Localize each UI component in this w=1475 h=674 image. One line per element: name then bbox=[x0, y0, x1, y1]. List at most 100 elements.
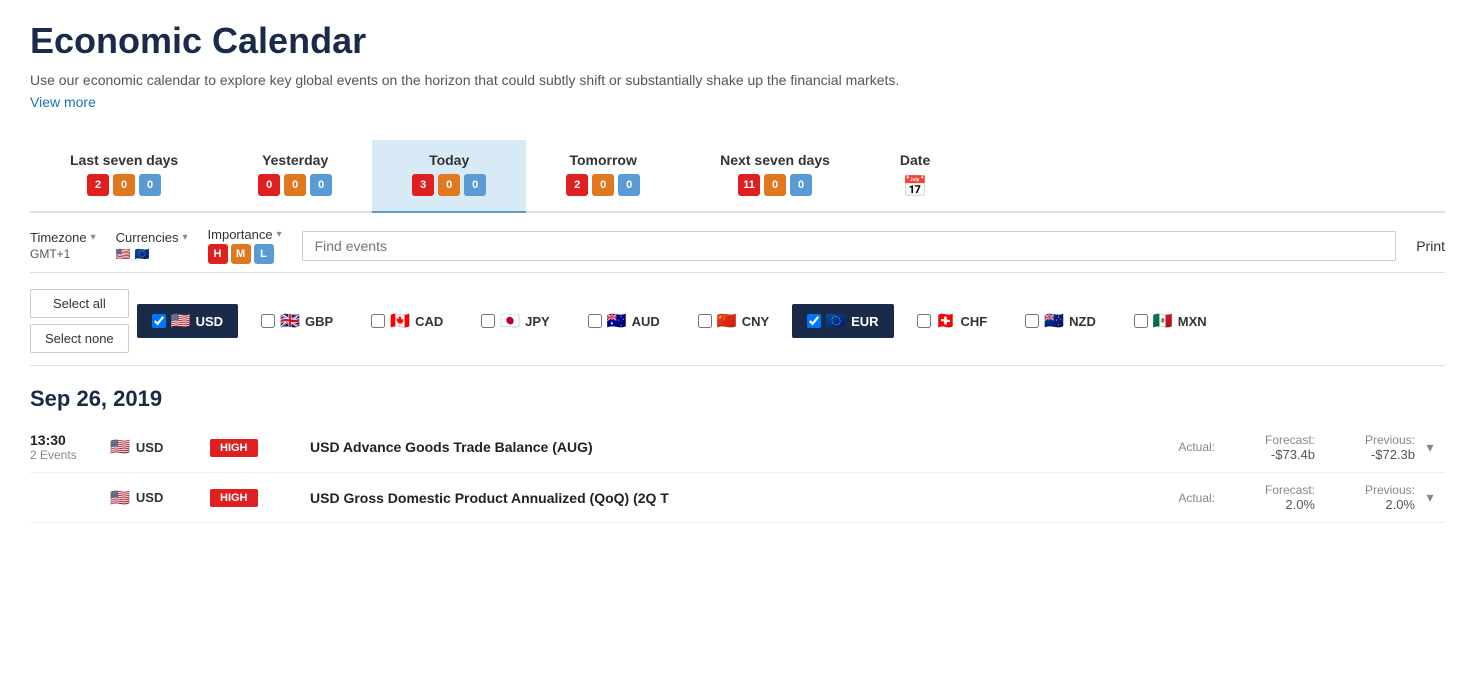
currency-mxn-label: MXN bbox=[1178, 314, 1207, 329]
badge-tomorrow-red: 2 bbox=[566, 174, 588, 196]
currency-usd[interactable]: 🇺🇸 USD bbox=[137, 304, 238, 338]
currency-chf-label: CHF bbox=[961, 314, 988, 329]
us-flag-icon: 🇺🇸 bbox=[116, 247, 131, 261]
previous-label: Previous: bbox=[1315, 433, 1415, 447]
badge-today-orange: 0 bbox=[438, 174, 460, 196]
badge-today-red: 3 bbox=[412, 174, 434, 196]
expand-button[interactable]: ▾ bbox=[1415, 439, 1445, 456]
currencies-arrow-icon: ▾ bbox=[183, 232, 188, 243]
currency-aud-label: AUD bbox=[632, 314, 660, 329]
event-forecast-col: Forecast: -$73.4b bbox=[1215, 433, 1315, 462]
forecast-value: -$73.4b bbox=[1215, 447, 1315, 462]
select-none-button[interactable]: Select none bbox=[30, 324, 129, 353]
event-importance-tag: HIGH bbox=[210, 439, 258, 457]
tab-yesterday-badges: 0 0 0 bbox=[258, 174, 332, 196]
currency-gbp-label: GBP bbox=[305, 314, 333, 329]
badge-next7-red: 11 bbox=[738, 174, 760, 196]
badge-today-blue: 0 bbox=[464, 174, 486, 196]
previous-label: Previous: bbox=[1315, 483, 1415, 497]
event-flag-icon: 🇺🇸 bbox=[110, 488, 130, 508]
forecast-value: 2.0% bbox=[1215, 497, 1315, 512]
event-actual-col: Actual: bbox=[1115, 440, 1215, 454]
timezone-arrow-icon: ▾ bbox=[91, 232, 96, 243]
importance-medium-badge: M bbox=[231, 244, 251, 264]
events-count: 2 Events bbox=[30, 448, 110, 462]
page-description: Use our economic calendar to explore key… bbox=[30, 72, 1445, 88]
tab-yesterday[interactable]: Yesterday 0 0 0 bbox=[218, 140, 372, 211]
tab-tomorrow-badges: 2 0 0 bbox=[566, 174, 640, 196]
forecast-label: Forecast: bbox=[1215, 483, 1315, 497]
usd-flag-icon: 🇺🇸 bbox=[171, 311, 191, 331]
currency-aud[interactable]: 🇦🇺 AUD bbox=[573, 304, 675, 338]
event-time: 13:30 bbox=[30, 432, 110, 448]
currencies-filter[interactable]: Currencies ▾ 🇺🇸 🇪🇺 bbox=[116, 230, 188, 261]
eur-flag-icon: 🇪🇺 bbox=[826, 311, 846, 331]
previous-value: -$72.3b bbox=[1315, 447, 1415, 462]
event-time-col: 13:30 2 Events bbox=[30, 432, 110, 462]
importance-low-badge: L bbox=[254, 244, 274, 264]
currency-gbp-checkbox[interactable] bbox=[261, 314, 275, 328]
badge-yesterday-orange: 0 bbox=[284, 174, 306, 196]
events-list: 13:30 2 Events 🇺🇸 USD HIGH USD Advance G… bbox=[30, 422, 1445, 523]
print-button[interactable]: Print bbox=[1416, 238, 1445, 254]
currency-usd-checkbox[interactable] bbox=[152, 314, 166, 328]
badge-next7-blue: 0 bbox=[790, 174, 812, 196]
currency-cny-checkbox[interactable] bbox=[698, 314, 712, 328]
importance-high-badge: H bbox=[208, 244, 228, 264]
event-forecast-col: Forecast: 2.0% bbox=[1215, 483, 1315, 512]
currency-gbp[interactable]: 🇬🇧 GBP bbox=[246, 304, 348, 338]
currency-eur-label: EUR bbox=[851, 314, 878, 329]
table-row: 13:30 2 Events 🇺🇸 USD HIGH USD Advance G… bbox=[30, 422, 1445, 473]
expand-button[interactable]: ▾ bbox=[1415, 489, 1445, 506]
currency-cad-checkbox[interactable] bbox=[371, 314, 385, 328]
eu-flag-icon: 🇪🇺 bbox=[135, 247, 150, 261]
currency-chf[interactable]: 🇨🇭 CHF bbox=[902, 304, 1003, 338]
currency-jpy-checkbox[interactable] bbox=[481, 314, 495, 328]
currency-aud-checkbox[interactable] bbox=[588, 314, 602, 328]
cad-flag-icon: 🇨🇦 bbox=[390, 311, 410, 331]
actual-label: Actual: bbox=[1115, 440, 1215, 454]
currency-nzd-checkbox[interactable] bbox=[1025, 314, 1039, 328]
currency-nzd[interactable]: 🇳🇿 NZD bbox=[1010, 304, 1111, 338]
cny-flag-icon: 🇨🇳 bbox=[717, 311, 737, 331]
currency-eur-checkbox[interactable] bbox=[807, 314, 821, 328]
currency-chf-checkbox[interactable] bbox=[917, 314, 931, 328]
event-currency-label: USD bbox=[136, 490, 163, 505]
tab-today[interactable]: Today 3 0 0 bbox=[372, 140, 526, 213]
tab-next7-badges: 11 0 0 bbox=[738, 174, 812, 196]
tab-date[interactable]: Date 📅 bbox=[870, 140, 960, 211]
currency-usd-label: USD bbox=[196, 314, 223, 329]
currency-jpy[interactable]: 🇯🇵 JPY bbox=[466, 304, 565, 338]
currency-cny[interactable]: 🇨🇳 CNY bbox=[683, 304, 784, 338]
event-importance-col: HIGH bbox=[210, 488, 290, 507]
currency-eur[interactable]: 🇪🇺 EUR bbox=[792, 304, 893, 338]
badge-last7-orange: 0 bbox=[113, 174, 135, 196]
currency-nzd-label: NZD bbox=[1069, 314, 1096, 329]
importance-filter[interactable]: Importance ▾ H M L bbox=[208, 227, 282, 264]
event-currency-col: 🇺🇸 USD bbox=[110, 437, 210, 457]
page-title: Economic Calendar bbox=[30, 20, 1445, 62]
select-all-button[interactable]: Select all bbox=[30, 289, 129, 318]
actual-label: Actual: bbox=[1115, 491, 1215, 505]
tab-last7-badges: 2 0 0 bbox=[87, 174, 161, 196]
currency-mxn[interactable]: 🇲🇽 MXN bbox=[1119, 304, 1222, 338]
view-more-link[interactable]: View more bbox=[30, 94, 96, 110]
currency-cny-label: CNY bbox=[742, 314, 769, 329]
badge-tomorrow-blue: 0 bbox=[618, 174, 640, 196]
currency-mxn-checkbox[interactable] bbox=[1134, 314, 1148, 328]
date-heading: Sep 26, 2019 bbox=[30, 366, 1445, 422]
event-flag-icon: 🇺🇸 bbox=[110, 437, 130, 457]
tab-next-seven-days[interactable]: Next seven days 11 0 0 bbox=[680, 140, 870, 211]
search-input[interactable] bbox=[302, 231, 1397, 261]
timezone-filter[interactable]: Timezone ▾ GMT+1 bbox=[30, 230, 96, 261]
event-currency-label: USD bbox=[136, 440, 163, 455]
event-name: USD Gross Domestic Product Annualized (Q… bbox=[290, 490, 1115, 506]
currency-cad[interactable]: 🇨🇦 CAD bbox=[356, 304, 458, 338]
badge-last7-blue: 0 bbox=[139, 174, 161, 196]
tab-last-seven-days[interactable]: Last seven days 2 0 0 bbox=[30, 140, 218, 211]
badge-tomorrow-orange: 0 bbox=[592, 174, 614, 196]
badge-yesterday-blue: 0 bbox=[310, 174, 332, 196]
tab-tomorrow[interactable]: Tomorrow 2 0 0 bbox=[526, 140, 680, 211]
mxn-flag-icon: 🇲🇽 bbox=[1153, 311, 1173, 331]
tabs-container: Last seven days 2 0 0 Yesterday 0 0 0 To… bbox=[30, 140, 1445, 213]
